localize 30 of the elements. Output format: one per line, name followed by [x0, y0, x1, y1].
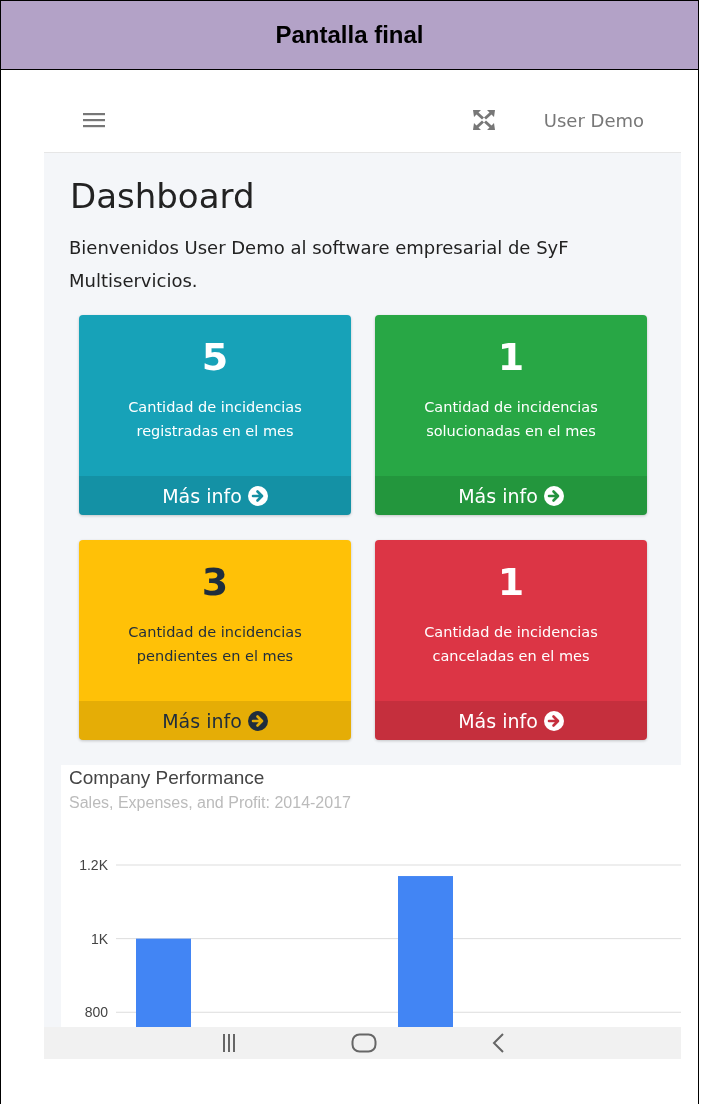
stat-label: Cantidad de incidencias registradas en el mes	[127, 398, 303, 441]
stat-value: 1	[497, 559, 525, 606]
stat-value: 3	[201, 559, 229, 606]
stat-label: Cantidad de incidencias canceladas en el mes	[423, 623, 599, 666]
stat-value: 5	[201, 334, 229, 381]
arrow-circle-icon	[543, 485, 564, 506]
chart-title: Company Performance	[69, 766, 266, 789]
axis-tick-label: 800	[84, 1004, 108, 1021]
chart-subtitle: Sales, Expenses, and Profit: 2014-2017	[69, 793, 352, 813]
user-name-link[interactable]: User Demo	[543, 109, 644, 131]
fullscreen-icon[interactable]	[471, 109, 496, 131]
axis-tick-label: 1.2K	[79, 857, 108, 873]
arrow-circle-icon	[247, 485, 268, 506]
document-heading: Pantalla final	[275, 21, 424, 49]
more-info-link[interactable]: Más info	[79, 476, 351, 515]
welcome-text: Bienvenidos User Demo al software empresarial de SyF Multiservicios.	[69, 236, 570, 293]
more-info-link[interactable]: Más info	[375, 476, 647, 515]
home-icon[interactable]	[350, 1033, 377, 1053]
more-info-link[interactable]: Más info	[79, 701, 351, 740]
recent-apps-icon[interactable]	[221, 1034, 236, 1052]
arrow-circle-icon	[247, 710, 268, 731]
stat-label: Cantidad de incidencias pendientes en el mes	[127, 623, 303, 666]
arrow-circle-icon	[543, 710, 564, 731]
stat-value: 1	[497, 334, 525, 381]
page-title: Dashboard	[70, 175, 256, 218]
back-icon[interactable]	[491, 1033, 504, 1053]
axis-tick-label: 1K	[90, 930, 108, 947]
stat-label: Cantidad de incidencias solucionadas en el mes	[423, 398, 599, 441]
more-info-link[interactable]: Más info	[375, 701, 647, 740]
menu-icon[interactable]	[83, 112, 105, 128]
